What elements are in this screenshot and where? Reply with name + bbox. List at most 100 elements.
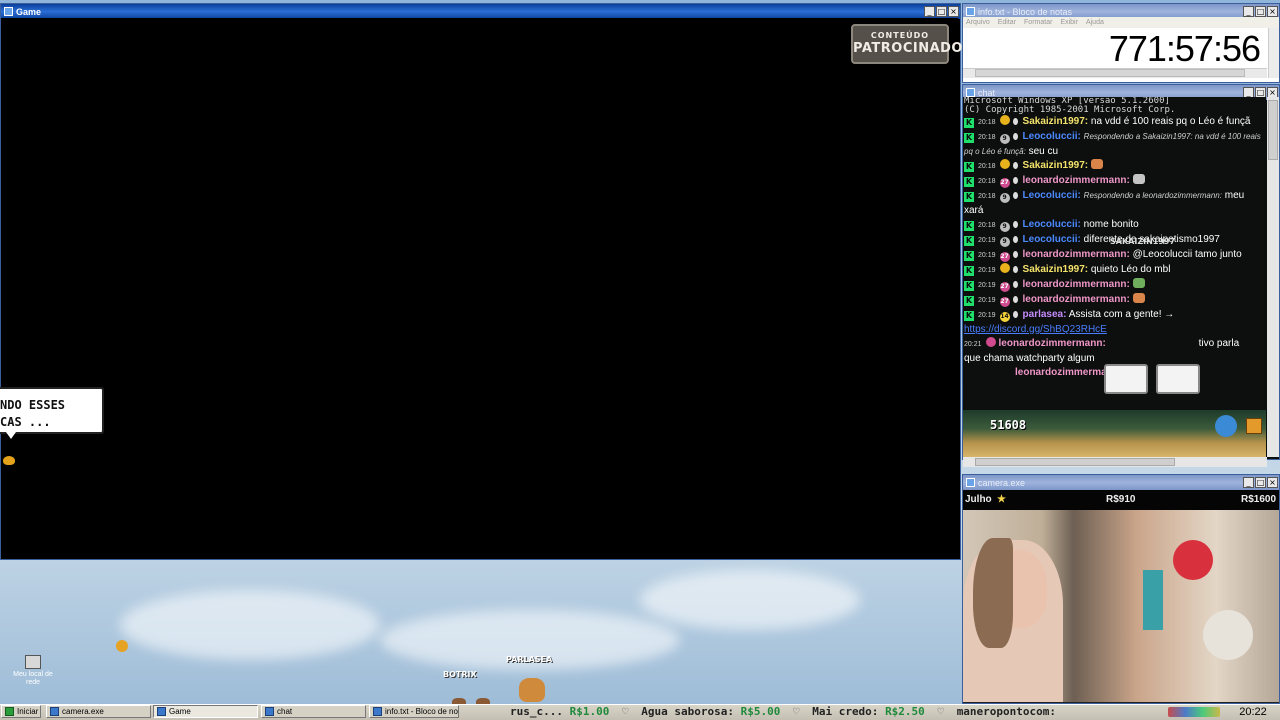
- ticker-label: maneropontocom:: [956, 705, 1057, 718]
- heart-icon: ♡: [792, 705, 800, 718]
- message-username[interactable]: parlasea:: [1023, 309, 1067, 320]
- item-card-icon: [1104, 364, 1148, 394]
- game-icon: [157, 707, 166, 716]
- chest-icon: [1246, 418, 1262, 434]
- chat-message: K 20:19 Sakaizin1997: quieto Léo do mbl: [963, 263, 1266, 278]
- taskbar-clock: 20:22: [1239, 706, 1267, 718]
- notepad-vertical-scrollbar[interactable]: [1268, 28, 1279, 78]
- menu-arquivo[interactable]: Arquivo: [966, 19, 990, 26]
- game-canvas[interactable]: [1, 18, 958, 558]
- stream-timer: 771:57:56: [1108, 28, 1261, 69]
- goal-bar: Julho ★ R$910 R$1600: [963, 490, 1279, 510]
- speech-line2: CAS ...: [0, 415, 51, 429]
- kick-logo-icon: K: [964, 296, 974, 306]
- maximize-button[interactable]: □: [1255, 6, 1266, 17]
- taskbar-item-game[interactable]: Game: [153, 705, 258, 718]
- taskbar-item-camera[interactable]: camera.exe: [46, 705, 151, 718]
- kick-logo-icon: K: [964, 221, 974, 231]
- camera-titlebar[interactable]: camera.exe _ □ ×: [963, 475, 1279, 490]
- message-username[interactable]: leonardozimmermann:: [1023, 279, 1130, 290]
- overlay-player-name: SAKAIZIN1997: [1110, 237, 1176, 246]
- message-time: 20:19: [978, 267, 996, 274]
- taskbar-item-notepad[interactable]: info.txt - Bloco de no...: [369, 705, 459, 718]
- subscriber-badge-icon: 27: [999, 178, 1010, 188]
- subscriber-badge-icon: [999, 115, 1010, 125]
- message-time: 20:19: [978, 252, 996, 259]
- task-label: camera.exe: [62, 707, 104, 716]
- message-text: tivo parla: [1198, 338, 1240, 349]
- maximize-button[interactable]: □: [1255, 477, 1266, 488]
- lamp-icon: [1143, 570, 1163, 630]
- chat-message: K 20:19 14 parlasea: Assista com a gente! →: [963, 308, 1266, 323]
- message-username[interactable]: Leocoluccii:: [1023, 234, 1081, 245]
- desktop-icon-network[interactable]: Meu local de rede: [6, 655, 60, 687]
- emote-icon: [1090, 159, 1103, 169]
- close-button[interactable]: ×: [948, 6, 959, 17]
- chat-message-list: K 20:18 Sakaizin1997: na vdd é 100 reais p…: [963, 115, 1266, 323]
- message-username[interactable]: Sakaizin1997:: [1023, 264, 1089, 275]
- sponsored-content-badge: CONTEÚDO PATROCINADO: [851, 24, 962, 64]
- discord-link[interactable]: https://discord.gg/ShBQ23RHcE: [964, 324, 1107, 335]
- message-time: 20:19: [978, 297, 996, 304]
- message-username[interactable]: leonardozimmermann:: [999, 338, 1106, 349]
- maximize-button[interactable]: □: [936, 6, 947, 17]
- scroll-thumb[interactable]: [975, 69, 1245, 77]
- message-username[interactable]: Leocoluccii:: [1023, 219, 1081, 230]
- message-username[interactable]: leonardozimmermann:: [1023, 249, 1130, 260]
- star-icon: ★: [997, 494, 1006, 505]
- chat-message: K 20:18 9 Leocoluccii: Respondendo a Sakaiz…: [963, 130, 1266, 159]
- drop-icon: [1012, 296, 1018, 303]
- taskbar-item-chat[interactable]: chat: [261, 705, 366, 718]
- message-username[interactable]: Leocoluccii:: [1023, 190, 1081, 201]
- scroll-thumb[interactable]: [975, 458, 1175, 466]
- subscriber-badge-icon: 27: [999, 252, 1010, 262]
- close-button[interactable]: ×: [1267, 6, 1278, 17]
- window-title: camera.exe: [978, 477, 1026, 488]
- person-hair: [973, 538, 1013, 648]
- message-username[interactable]: Sakaizin1997:: [1023, 116, 1089, 127]
- scroll-thumb[interactable]: [1268, 100, 1278, 160]
- message-username[interactable]: Sakaizin1997:: [1023, 160, 1089, 171]
- message-username[interactable]: Leocoluccii:: [1023, 131, 1081, 142]
- game-titlebar[interactable]: Game _ □ ×: [1, 4, 960, 19]
- menu-editar[interactable]: Editar: [998, 19, 1016, 26]
- emote-icon: [1132, 174, 1145, 184]
- subscriber-badge-icon: 9: [999, 193, 1010, 203]
- drop-icon: [1012, 133, 1018, 140]
- message-time: 20:18: [978, 222, 996, 229]
- chat-message: K 20:18 9 Leocoluccii: nome bonito: [963, 218, 1266, 233]
- menu-exibir[interactable]: Exibir: [1060, 19, 1078, 26]
- start-button[interactable]: Iniciar: [1, 705, 41, 718]
- vase-icon: [1203, 610, 1253, 660]
- window-title: info.txt - Bloco de notas: [978, 6, 1073, 17]
- menu-ajuda[interactable]: Ajuda: [1086, 19, 1104, 26]
- message-username[interactable]: leonardozimmermann:: [1023, 175, 1130, 186]
- speech-line1: NDO ESSES: [0, 398, 66, 412]
- camera-icon: [966, 478, 975, 487]
- drop-icon: [1012, 266, 1018, 273]
- console-icon: [265, 707, 274, 716]
- message-text: seu cu: [1028, 146, 1059, 157]
- drop-icon: [1012, 162, 1018, 169]
- subscriber-badge-icon: 27: [999, 297, 1010, 307]
- heart-icon: ♡: [621, 705, 629, 718]
- task-label: chat: [277, 707, 293, 716]
- drop-icon: [1012, 118, 1018, 125]
- minimize-button[interactable]: _: [924, 6, 935, 17]
- chick-icon: [3, 456, 15, 465]
- minimize-button[interactable]: _: [1243, 6, 1254, 17]
- minimize-button[interactable]: _: [1243, 477, 1254, 488]
- message-time: 20:21: [964, 341, 982, 348]
- goal-name: Julho: [965, 494, 992, 505]
- menu-formatar[interactable]: Formatar: [1024, 19, 1052, 26]
- kick-logo-icon: K: [964, 266, 974, 276]
- tray-icons[interactable]: [1168, 707, 1220, 717]
- drop-icon: [1012, 236, 1018, 243]
- message-username[interactable]: leonardozimmermann:: [1023, 294, 1130, 305]
- heart-icon: ♡: [937, 705, 945, 718]
- chat-message: K 20:19 27 leonardozimmermann: @Leocoluccii…: [963, 248, 1266, 263]
- kick-logo-icon: K: [964, 118, 974, 128]
- app-icon: [4, 7, 13, 16]
- task-label: Game: [169, 707, 191, 716]
- close-button[interactable]: ×: [1267, 477, 1278, 488]
